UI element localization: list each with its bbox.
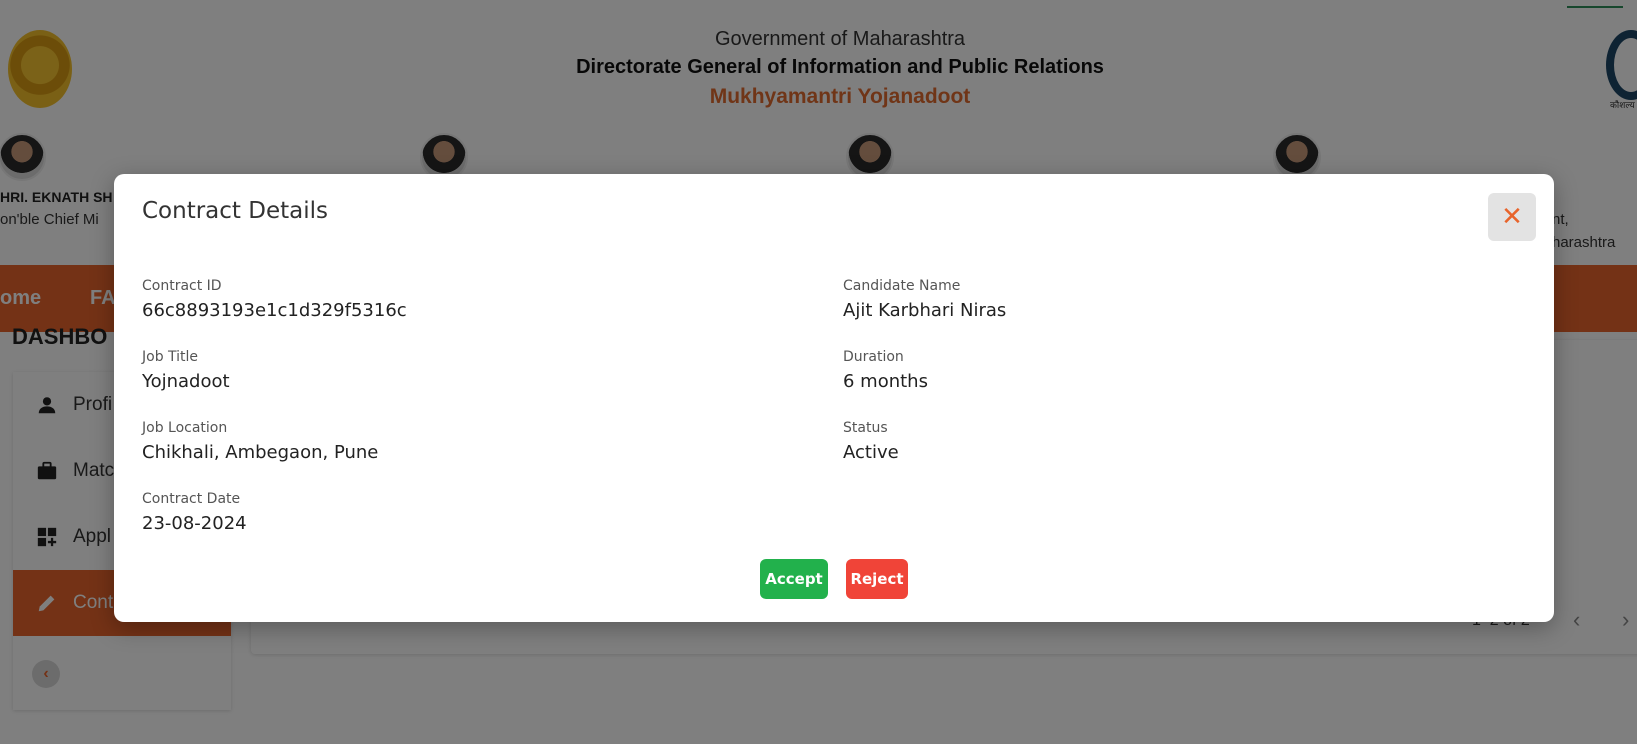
field-label: Contract ID <box>142 278 222 294</box>
contract-details-modal: Contract Details ✕ Contract ID 66c889319… <box>114 174 1554 622</box>
close-icon: ✕ <box>1501 202 1523 232</box>
field-job-title: Job Title Yojnadoot <box>142 349 742 392</box>
field-job-location: Job Location Chikhali, Ambegaon, Pune <box>142 420 742 463</box>
field-duration: Duration 6 months <box>843 349 1443 392</box>
field-status: Status Active <box>843 420 1443 463</box>
candidate-name-value: Ajit Karbhari Niras <box>843 300 1007 321</box>
field-contract-date: Contract Date 23-08-2024 <box>142 491 742 534</box>
status-value: Active <box>843 442 899 463</box>
job-title-value: Yojnadoot <box>142 371 230 392</box>
field-label: Candidate Name <box>843 278 961 294</box>
accept-button[interactable]: Accept <box>760 559 828 599</box>
duration-value: 6 months <box>843 371 928 392</box>
field-candidate-name: Candidate Name Ajit Karbhari Niras <box>843 278 1443 321</box>
field-label: Duration <box>843 349 904 365</box>
field-label: Status <box>843 420 888 436</box>
modal-title: Contract Details <box>142 198 328 224</box>
field-label: Job Location <box>142 420 228 436</box>
job-location-value: Chikhali, Ambegaon, Pune <box>142 442 379 463</box>
field-contract-id: Contract ID 66c8893193e1c1d329f5316c <box>142 278 742 321</box>
field-label: Contract Date <box>142 491 241 507</box>
close-button[interactable]: ✕ <box>1488 193 1536 241</box>
contract-id-value: 66c8893193e1c1d329f5316c <box>142 300 407 321</box>
contract-date-value: 23-08-2024 <box>142 513 247 534</box>
field-label: Job Title <box>142 349 199 365</box>
reject-button[interactable]: Reject <box>846 559 908 599</box>
